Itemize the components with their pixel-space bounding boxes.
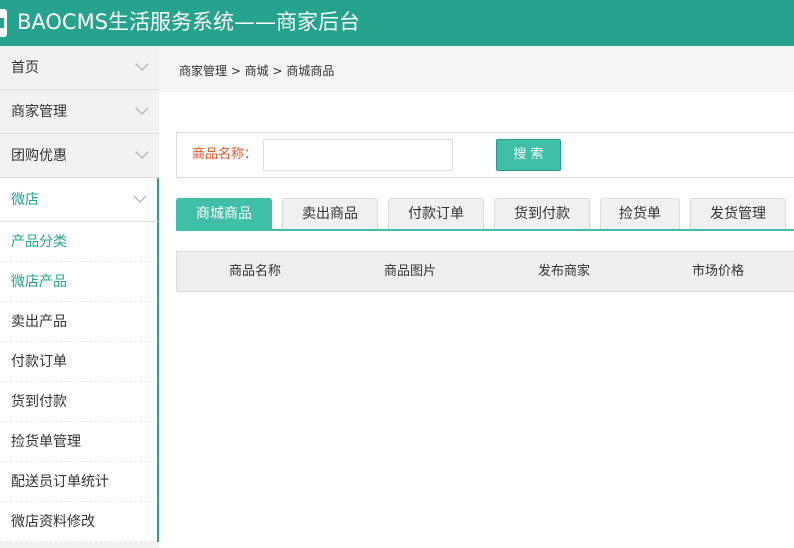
- sidebar-group-label: 商家管理: [11, 104, 67, 120]
- sidebar-item-label: 微店产品: [11, 274, 67, 290]
- tab-bar: 商城商品 卖出商品 付款订单 货到付款 捡货单 发货管理: [176, 198, 794, 231]
- chevron-down-icon: [133, 195, 147, 203]
- tab-sold-products[interactable]: 卖出商品: [282, 198, 378, 229]
- sidebar-item-microshop-products[interactable]: 微店产品: [0, 262, 157, 302]
- column-header-publisher: 发布商家: [537, 264, 590, 279]
- sidebar-item-label: 微店资料修改: [11, 514, 95, 530]
- sidebar-group-label: 团购优惠: [11, 148, 67, 164]
- sidebar-item-courier-stats[interactable]: 配送员订单统计: [0, 462, 157, 502]
- chevron-down-icon: [135, 151, 149, 159]
- sidebar-item-picking-list[interactable]: 捡货单管理: [0, 422, 157, 462]
- chevron-down-icon: [135, 63, 149, 71]
- tab-cash-on-delivery[interactable]: 货到付款: [494, 198, 590, 229]
- sidebar-group-label: 微店: [11, 192, 39, 208]
- sidebar-group-groupbuy[interactable]: 团购优惠: [0, 134, 159, 178]
- sidebar-item-sold-products[interactable]: 卖出产品: [0, 302, 157, 342]
- logo-icon: [0, 9, 7, 37]
- column-header-product-name: 商品名称: [228, 264, 281, 279]
- sidebar-item-label: 捡货单管理: [11, 434, 81, 450]
- sidebar-item-shop-profile[interactable]: 微店资料修改: [0, 502, 157, 542]
- sidebar: 首页 商家管理 团购优惠 微店 产品分类 微店产品 卖出产品 付款订单 货到付款…: [0, 46, 159, 548]
- tab-paid-orders[interactable]: 付款订单: [388, 198, 484, 229]
- sidebar-item-label: 货到付款: [11, 394, 67, 410]
- top-header: BAOCMS生活服务系统——商家后台: [0, 0, 794, 46]
- search-button[interactable]: 搜 索: [496, 139, 561, 171]
- table-header: 商品名称 商品图片 发布商家 市场价格: [176, 251, 794, 292]
- sidebar-item-label: 产品分类: [11, 234, 67, 250]
- product-name-input[interactable]: [263, 139, 453, 171]
- app-title: BAOCMS生活服务系统——商家后台: [17, 10, 361, 34]
- chevron-down-icon: [135, 107, 149, 115]
- sidebar-item-cash-on-delivery[interactable]: 货到付款: [0, 382, 157, 422]
- sidebar-group-home[interactable]: 首页: [0, 46, 159, 90]
- tab-picking-list[interactable]: 捡货单: [600, 198, 680, 229]
- sidebar-item-label: 配送员订单统计: [11, 474, 109, 490]
- sidebar-group-merchant[interactable]: 商家管理: [0, 90, 159, 134]
- column-header-product-image: 商品图片: [383, 264, 436, 279]
- sidebar-item-label: 卖出产品: [11, 314, 67, 330]
- sidebar-item-label: 付款订单: [11, 354, 67, 370]
- sidebar-group-microshop[interactable]: 微店: [0, 178, 159, 222]
- search-panel: 商品名称： 搜 索: [176, 132, 794, 178]
- column-header-market-price: 市场价格: [691, 264, 744, 279]
- sidebar-group-label: 首页: [11, 60, 39, 76]
- tab-shipping[interactable]: 发货管理: [690, 198, 786, 229]
- sidebar-submenu: 产品分类 微店产品 卖出产品 付款订单 货到付款 捡货单管理 配送员订单统计 微…: [0, 222, 159, 542]
- breadcrumb-bar: 商家管理 > 商城 > 商城商品: [159, 46, 794, 92]
- sidebar-item-product-category[interactable]: 产品分类: [0, 222, 157, 262]
- search-label: 商品名称：: [192, 147, 258, 162]
- sidebar-item-paid-orders[interactable]: 付款订单: [0, 342, 157, 382]
- breadcrumb: 商家管理 > 商城 > 商城商品: [179, 64, 335, 78]
- tab-mall-products[interactable]: 商城商品: [176, 198, 272, 229]
